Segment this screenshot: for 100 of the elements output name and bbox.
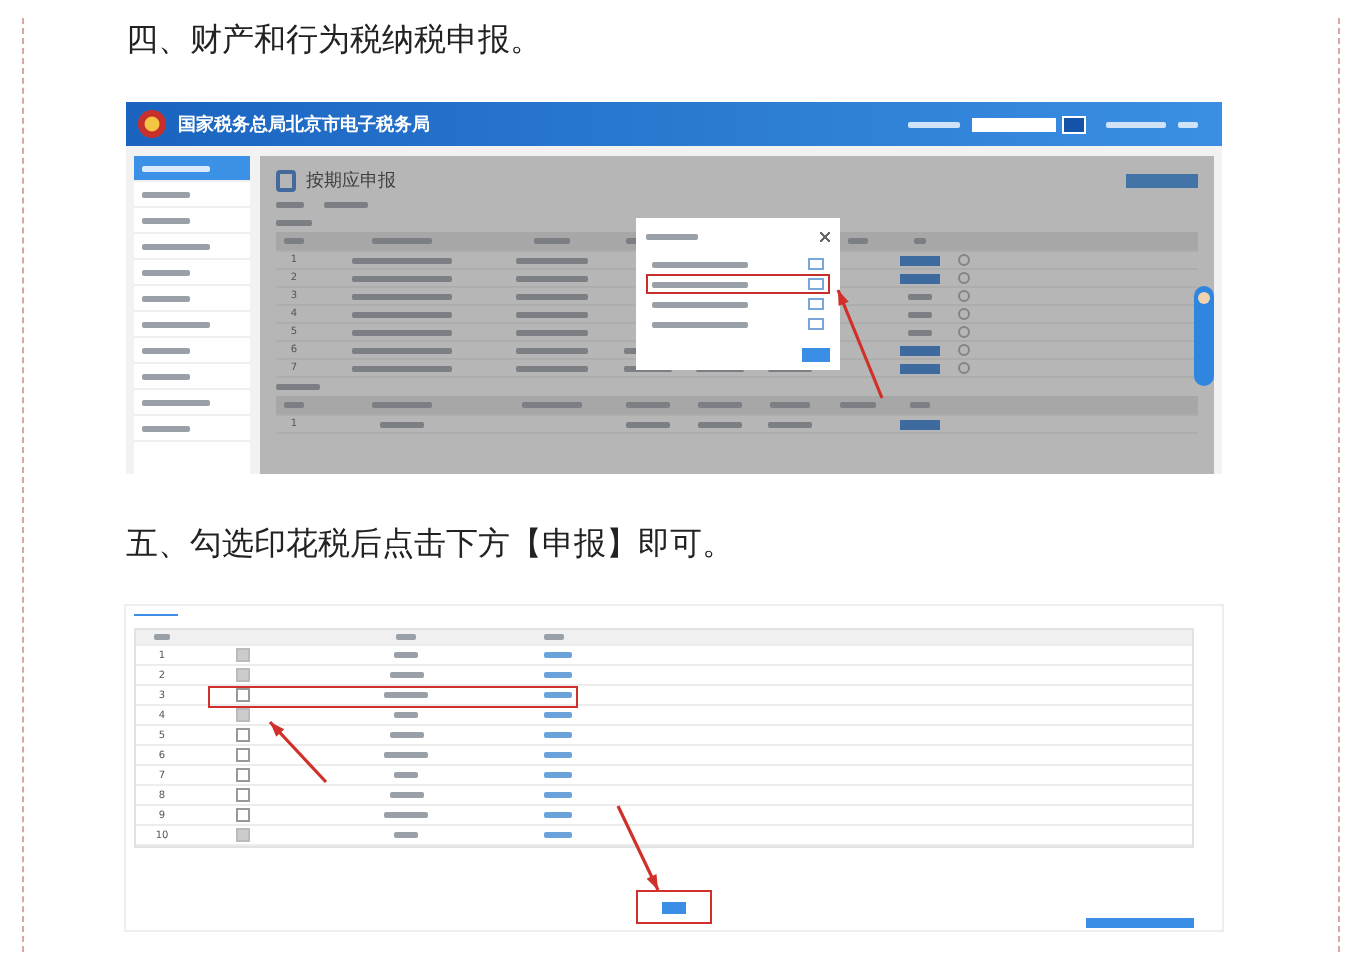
checkbox[interactable] — [235, 708, 249, 722]
illegible-text — [380, 421, 424, 427]
illegible-text — [516, 275, 588, 281]
dialog-option[interactable] — [646, 254, 830, 274]
checkbox[interactable] — [235, 748, 249, 762]
circle-icon — [958, 344, 970, 356]
circle-icon — [958, 308, 970, 320]
illegible-text — [384, 812, 428, 818]
illegible-text — [848, 238, 868, 244]
illegible-text — [384, 752, 428, 758]
search-field[interactable] — [972, 117, 1056, 131]
site-title: 国家税务总局北京市电子税务局 — [178, 112, 430, 137]
illegible-text — [516, 365, 588, 371]
illegible-text — [396, 634, 416, 640]
illegible-text — [698, 421, 742, 427]
illegible-text — [352, 329, 452, 335]
illegible-text — [352, 347, 452, 353]
action-button[interactable] — [900, 255, 940, 265]
illegible-text — [352, 293, 452, 299]
illegible-text — [352, 365, 452, 371]
illegible-text — [544, 712, 572, 718]
illegible-text — [914, 238, 926, 244]
tab-underline — [134, 614, 178, 616]
illegible-text — [389, 732, 423, 738]
checkbox[interactable] — [235, 688, 249, 702]
submit-button[interactable] — [662, 901, 686, 913]
emblem-icon — [138, 110, 166, 138]
illegible-text — [276, 202, 304, 208]
action-button[interactable] — [900, 273, 940, 283]
illegible-text — [389, 672, 423, 678]
illegible-text — [626, 402, 670, 408]
search-button[interactable] — [1062, 115, 1086, 133]
illegible-text — [276, 384, 320, 390]
illegible-text — [352, 311, 452, 317]
illegible-text — [516, 293, 588, 299]
illegible-text — [352, 275, 452, 281]
illegible-text — [276, 220, 312, 226]
illegible-text — [1178, 121, 1198, 127]
illegible-text — [544, 832, 572, 838]
illegible-text — [544, 652, 572, 658]
step-heading: 五、勾选印花税后点击下方【申报】即可。 — [126, 522, 736, 566]
illegible-text — [394, 712, 418, 718]
dialog-option[interactable] — [646, 274, 830, 294]
checkbox[interactable] — [235, 728, 249, 742]
illegible-text — [544, 792, 572, 798]
illegible-text — [372, 238, 432, 244]
illegible-text — [394, 772, 418, 778]
illegible-text — [389, 792, 423, 798]
illegible-text — [840, 402, 876, 408]
illegible-text — [352, 257, 452, 263]
action-button[interactable] — [1126, 173, 1198, 187]
illegible-text — [394, 652, 418, 658]
illegible-text — [768, 421, 812, 427]
illegible-text — [544, 812, 572, 818]
checkbox[interactable] — [235, 648, 249, 662]
action-button[interactable] — [900, 363, 940, 373]
circle-icon — [958, 254, 970, 266]
arrow — [836, 289, 884, 399]
document-icon — [276, 169, 296, 191]
checkbox[interactable] — [235, 668, 249, 682]
illegible-text — [626, 421, 670, 427]
arrow — [268, 720, 328, 784]
illegible-text — [908, 329, 932, 335]
sidebar-item[interactable] — [134, 156, 250, 182]
illegible-text — [284, 402, 304, 408]
checkbox[interactable] — [235, 788, 249, 802]
action-button[interactable] — [900, 419, 940, 429]
circle-icon — [958, 272, 970, 284]
illegible-text — [698, 402, 742, 408]
checkbox[interactable] — [235, 828, 249, 842]
illegible-text — [534, 238, 570, 244]
illegible-text — [516, 311, 588, 317]
page-title: 按期应申报 — [306, 169, 396, 193]
step-heading: 四、财产和行为税纳税申报。 — [126, 18, 544, 62]
illegible-text — [384, 692, 428, 698]
action-button[interactable] — [900, 345, 940, 355]
close-icon[interactable] — [820, 231, 830, 241]
circle-icon — [958, 362, 970, 374]
dialog-option[interactable] — [646, 314, 830, 334]
circle-icon — [958, 290, 970, 302]
illegible-text — [1106, 121, 1166, 127]
illegible-text — [284, 238, 304, 244]
illegible-text — [908, 293, 932, 299]
illegible-text — [516, 347, 588, 353]
circle-icon — [958, 326, 970, 338]
illegible-text — [522, 402, 582, 408]
person-icon — [1198, 292, 1210, 304]
checkbox[interactable] — [235, 768, 249, 782]
illegible-text — [544, 752, 572, 758]
dialog-option[interactable] — [646, 294, 830, 314]
illegible-text — [324, 202, 368, 208]
illegible-text — [770, 402, 810, 408]
floating-tab[interactable] — [1194, 286, 1214, 386]
illegible-text — [372, 402, 432, 408]
illegible-text — [544, 772, 572, 778]
illegible-text — [544, 692, 572, 698]
illegible-text — [154, 634, 170, 640]
illegible-text — [516, 257, 588, 263]
illegible-text — [516, 329, 588, 335]
checkbox[interactable] — [235, 808, 249, 822]
